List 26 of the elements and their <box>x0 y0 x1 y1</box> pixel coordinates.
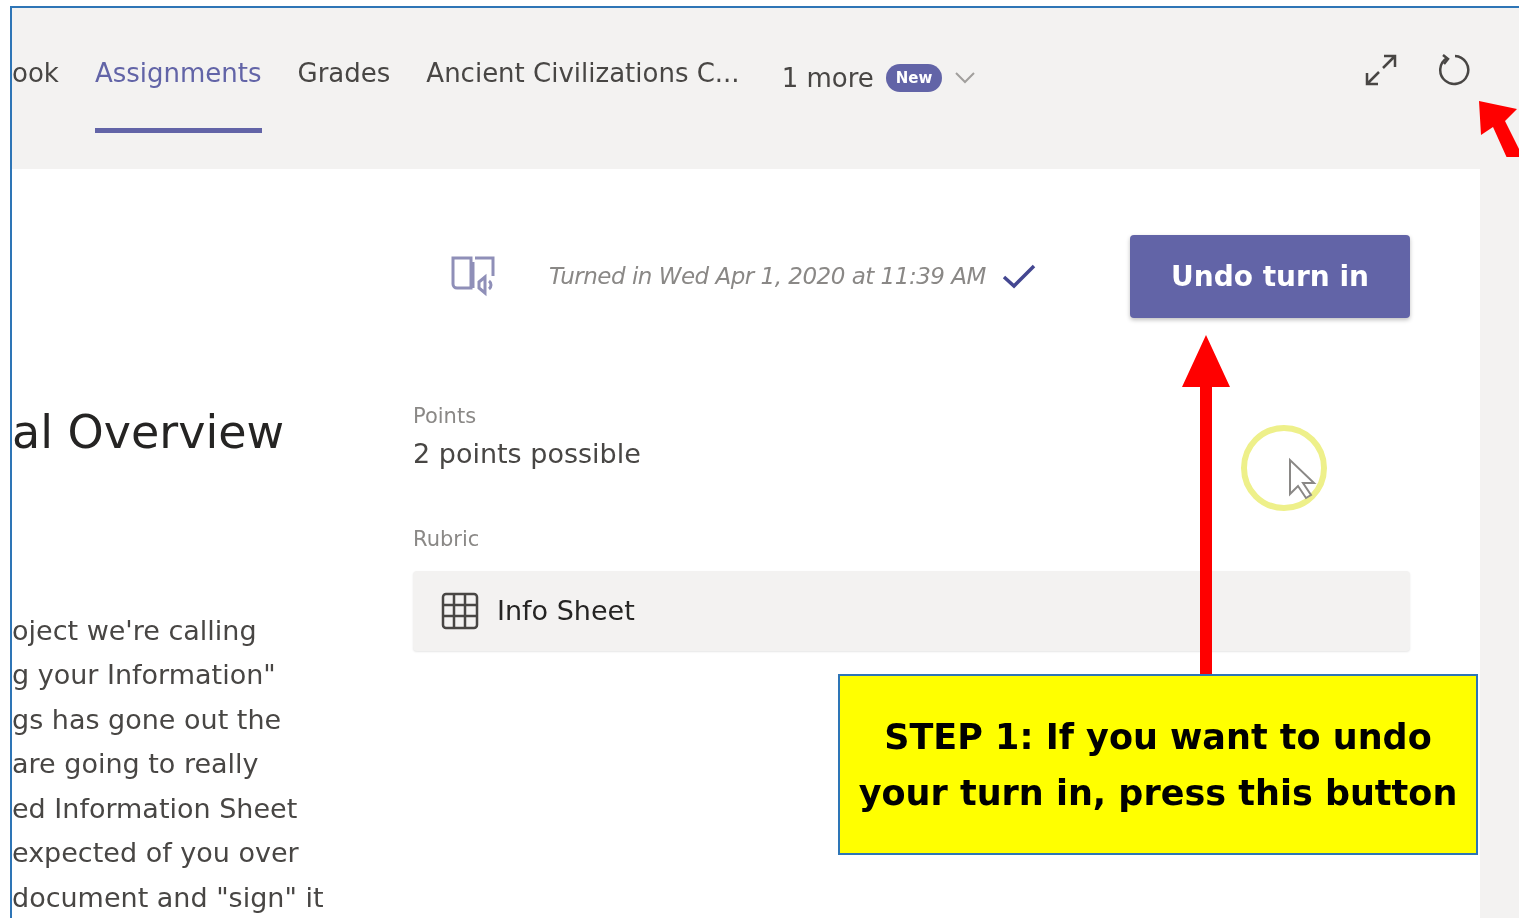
description-line: oject we're calling <box>12 613 258 648</box>
new-badge: New <box>885 64 943 92</box>
description-line: are going to really <box>12 747 260 781</box>
description-line: document and "sign" it <box>12 880 325 915</box>
rubric-label: Rubric <box>413 526 481 551</box>
callout-text: STEP 1: If you want to undo your turn in, press this button <box>838 674 1478 855</box>
description-line: ed Information Sheet <box>12 791 299 826</box>
chevron-down-icon <box>954 71 977 85</box>
points-label: Points <box>413 403 478 428</box>
expand-icon[interactable] <box>1363 52 1399 88</box>
refresh-icon[interactable] <box>1437 52 1471 88</box>
tab[interactable]: ook <box>12 58 59 133</box>
more-tabs-button[interactable]: 1 more New <box>781 56 977 100</box>
rubric-item[interactable]: Info Sheet <box>413 570 1410 651</box>
description-line: g your Information" <box>12 658 277 692</box>
points-value: 2 points possible <box>413 437 642 469</box>
grid-icon <box>441 591 479 630</box>
tab[interactable]: Assignments <box>94 58 262 133</box>
tab[interactable]: Grades <box>297 58 391 133</box>
annotation-arrow <box>1479 101 1519 157</box>
description-line: gs has gone out the <box>12 702 283 737</box>
turned-in-status: Turned in Wed Apr 1, 2020 at 11:39 AM <box>549 263 986 289</box>
assignment-title: al Overview <box>12 404 286 459</box>
description-line: expected of you over <box>12 836 300 870</box>
undo-turn-in-button[interactable]: Undo turn in <box>1130 234 1410 318</box>
tab[interactable]: Ancient Civilizations C... <box>426 58 740 133</box>
